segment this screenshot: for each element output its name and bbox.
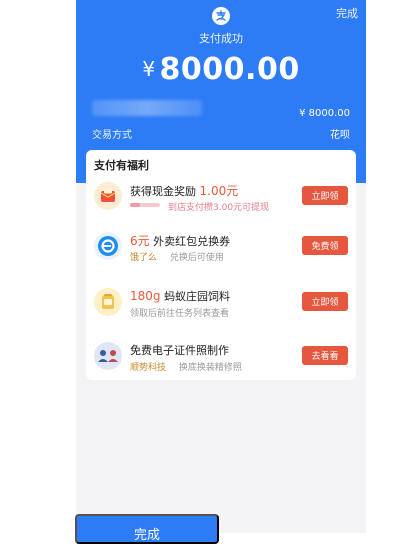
done-link[interactable]: 完成 (336, 5, 358, 21)
benefit-tag: 饿了么 (130, 253, 158, 263)
order-amount: ¥ 8000.00 (299, 108, 350, 119)
currency-symbol: ¥ (142, 57, 156, 81)
benefit-title: 外卖红包兑换券 (153, 235, 231, 248)
benefit-item-id-photo[interactable]: 免费电子证件照制作 顺势科技 换底换装精修照 去看看 (86, 342, 356, 388)
view-button[interactable]: 去看看 (302, 346, 348, 365)
claim-now-button[interactable]: 立即领 (302, 186, 348, 205)
red-envelope-icon (94, 182, 122, 210)
benefit-subtitle: 领取后前往任务列表查看 (130, 309, 230, 319)
id-photo-icon (94, 342, 122, 370)
pay-method-value: 花呗 (330, 130, 350, 141)
benefit-amount: 180g (130, 289, 161, 303)
amount-value: 8000.00 (159, 52, 300, 87)
payment-result-screen: 完成 支付成功 ¥8000.00 ¥ 8000.00 交易方式 花呗 支付有福利 (76, 0, 366, 533)
benefit-subtitle: 换底换装精修照 (178, 363, 242, 373)
feed-bag-icon (94, 288, 122, 316)
benefit-item-ant-farm-feed[interactable]: 180g 蚂蚁庄园饲料 领取后前往任务列表查看 立即领 (86, 288, 356, 334)
benefit-item-eleme-coupon[interactable]: 6元 外卖红包兑换券 饿了么 兑换后可使用 免费领 (86, 232, 356, 278)
benefit-amount: 1.00元 (199, 184, 239, 198)
done-button[interactable]: 完成 (75, 514, 219, 544)
benefit-subtitle: 兑换后可使用 (169, 253, 224, 263)
reward-progress-bar (130, 203, 160, 207)
benefits-title: 支付有福利 (94, 159, 149, 172)
pay-method-label: 交易方式 (92, 130, 132, 141)
payment-amount: ¥8000.00 (76, 52, 366, 87)
benefit-title: 获得现金奖励 (130, 185, 196, 198)
benefit-amount: 6元 (130, 234, 150, 248)
alipay-logo-icon (212, 7, 230, 25)
claim-now-button[interactable]: 立即领 (302, 292, 348, 311)
benefit-subtitle: 到店支付攒3.00元可提现 (168, 203, 270, 213)
blurred-merchant-info (92, 100, 202, 116)
benefit-item-cash-reward[interactable]: 获得现金奖励 1.00元 到店支付攒3.00元可提现 立即领 (86, 182, 356, 228)
claim-free-button[interactable]: 免费领 (302, 236, 348, 255)
benefits-card: 支付有福利 获得现金奖励 1.00元 到店支付攒3.00元可提现 立即领 6元 … (86, 150, 356, 380)
benefit-title: 免费电子证件照制作 (130, 344, 229, 357)
eleme-icon (94, 232, 122, 260)
benefit-title: 蚂蚁庄园饲料 (164, 290, 231, 303)
benefit-tag: 顺势科技 (130, 363, 167, 373)
reward-progress-fill (130, 203, 140, 207)
payment-status-text: 支付成功 (199, 32, 243, 45)
